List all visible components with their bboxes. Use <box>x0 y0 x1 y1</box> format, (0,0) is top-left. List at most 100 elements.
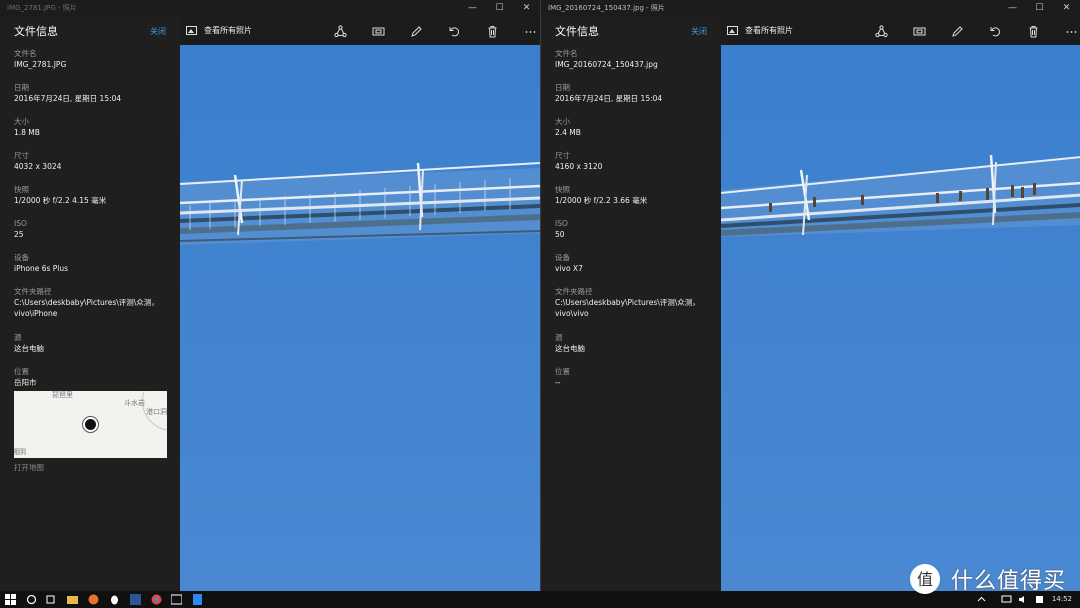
delete-button[interactable] <box>473 23 511 39</box>
slideshow-button[interactable] <box>900 23 938 39</box>
field-label-source: 源 <box>555 333 563 342</box>
more-button[interactable] <box>1052 23 1080 39</box>
field-label-shot: 快照 <box>14 185 29 194</box>
field-value-device: iPhone 6s Plus <box>14 264 69 273</box>
pencil-icon <box>410 25 422 37</box>
toolbar-actions <box>862 23 1080 39</box>
open-map-link[interactable]: 打开地图 <box>14 462 166 473</box>
photo-view[interactable] <box>721 45 1080 591</box>
field-value-filename: IMG_2781.JPG <box>14 60 67 69</box>
start-icon[interactable] <box>5 594 16 605</box>
share-icon <box>333 24 347 37</box>
panel-title: 文件信息 <box>555 25 599 38</box>
photos-window-right: IMG_20160724_150437.jpg - 照片 — ☐ ✕ 文件信息 … <box>540 0 1080 591</box>
edit-button[interactable] <box>938 23 976 39</box>
location-map[interactable]: 琵琶里 斗水岩 港口洞 湘阴 <box>14 391 167 458</box>
trash-icon <box>1029 25 1037 37</box>
tray-expand-icon[interactable] <box>976 594 987 605</box>
field-value-folder-cont: vivo\vivo <box>555 309 589 318</box>
maximize-button[interactable]: ☐ <box>1026 0 1053 17</box>
field-label-source: 源 <box>14 333 22 342</box>
map-pin-icon <box>83 417 98 432</box>
rotate-icon <box>449 26 459 36</box>
pencil-icon <box>951 25 963 37</box>
close-panel-link[interactable]: 关闭 <box>691 26 707 37</box>
slideshow-icon <box>372 27 384 35</box>
clock[interactable]: 14:52 <box>1052 595 1072 603</box>
network-icon[interactable] <box>1001 594 1012 605</box>
field-value-date: 2016年7月24日, 星期日 15:04 <box>555 94 663 103</box>
close-window-button[interactable]: ✕ <box>1053 0 1080 17</box>
rotate-button[interactable] <box>976 23 1014 39</box>
smzdm-logo: 值 <box>910 564 940 594</box>
share-button[interactable] <box>321 23 359 39</box>
file-explorer-icon[interactable] <box>67 594 78 605</box>
map-label: 斗水岩 <box>124 399 145 407</box>
field-label-device: 设备 <box>14 253 29 262</box>
field-value-device: vivo X7 <box>555 264 583 273</box>
field-label-iso: ISO <box>555 219 568 228</box>
field-label-filename: 文件名 <box>555 49 578 58</box>
photos-icon[interactable] <box>171 594 182 605</box>
volume-icon[interactable] <box>1018 594 1029 605</box>
watermark-text: 什么值得买 <box>951 569 1067 594</box>
rotate-button[interactable] <box>435 23 473 39</box>
view-all-photos-button[interactable]: 查看所有照片 <box>186 25 252 36</box>
field-label-location: 位置 <box>14 367 29 376</box>
window-controls: — ☐ ✕ <box>999 0 1080 17</box>
cortana-icon[interactable] <box>26 594 37 605</box>
field-label-device: 设备 <box>555 253 570 262</box>
slideshow-icon <box>913 27 925 35</box>
task-view-icon[interactable] <box>45 594 56 605</box>
field-value-folder: C:\Users\deskbaby\Pictures\评测\众测， <box>555 298 700 307</box>
field-value-iso: 50 <box>555 230 565 239</box>
field-label-folder: 文件夹路径 <box>14 287 52 296</box>
ime-icon[interactable] <box>1034 594 1045 605</box>
photo-toolbar: 查看所有照片 <box>180 17 540 45</box>
toolbar-actions <box>321 23 540 39</box>
word-icon[interactable] <box>130 594 141 605</box>
picture-icon <box>186 26 197 35</box>
field-label-location: 位置 <box>555 367 570 376</box>
field-value-shot: 1/2000 秒 f/2.2 3.66 毫米 <box>555 196 648 205</box>
field-label-size: 大小 <box>555 117 570 126</box>
field-label-size: 大小 <box>14 117 29 126</box>
minimize-button[interactable]: — <box>999 0 1026 17</box>
field-value-filename: IMG_20160724_150437.jpg <box>555 60 658 69</box>
field-label-date: 日期 <box>14 83 29 92</box>
photos-window-left: IMG_2781.JPG - 照片 — ☐ ✕ 文件信息 关闭 文件名 IMG_2… <box>0 0 540 591</box>
photo-view[interactable] <box>180 45 540 591</box>
field-value-size: 1.8 MB <box>14 128 40 137</box>
minimize-button[interactable]: — <box>459 0 486 17</box>
chrome-icon[interactable] <box>151 594 162 605</box>
map-label: 湘阴 <box>14 448 26 456</box>
field-value-location: 岳阳市 <box>14 378 37 387</box>
field-value-dimensions: 4160 x 3120 <box>555 162 603 171</box>
slideshow-button[interactable] <box>359 23 397 39</box>
notes-icon[interactable] <box>192 594 203 605</box>
view-all-photos-button[interactable]: 查看所有照片 <box>727 25 793 36</box>
more-button[interactable] <box>511 23 540 39</box>
field-label-iso: ISO <box>14 219 27 228</box>
title-bar: IMG_20160724_150437.jpg - 照片 — ☐ ✕ <box>541 0 1080 17</box>
close-window-button[interactable]: ✕ <box>513 0 540 17</box>
browser-icon[interactable] <box>88 594 99 605</box>
map-label: 琵琶里 <box>52 391 73 399</box>
field-value-location: -- <box>555 378 561 387</box>
title-bar: IMG_2781.JPG - 照片 — ☐ ✕ <box>0 0 540 17</box>
close-panel-link[interactable]: 关闭 <box>150 26 166 37</box>
edit-button[interactable] <box>397 23 435 39</box>
share-button[interactable] <box>862 23 900 39</box>
window-title: IMG_2781.JPG - 照片 <box>7 4 77 12</box>
qq-icon[interactable] <box>109 594 120 605</box>
field-value-folder-cont: vivo\iPhone <box>14 309 58 318</box>
more-icon <box>1066 30 1076 33</box>
delete-button[interactable] <box>1014 23 1052 39</box>
panel-title: 文件信息 <box>14 25 58 38</box>
view-all-label: 查看所有照片 <box>204 26 252 35</box>
file-info-panel: 文件信息 关闭 文件名 IMG_20160724_150437.jpg 日期 201… <box>541 17 721 591</box>
field-value-shot: 1/2000 秒 f/2.2 4.15 毫米 <box>14 196 107 205</box>
field-label-date: 日期 <box>555 83 570 92</box>
maximize-button[interactable]: ☐ <box>486 0 513 17</box>
window-title: IMG_20160724_150437.jpg - 照片 <box>548 4 665 12</box>
